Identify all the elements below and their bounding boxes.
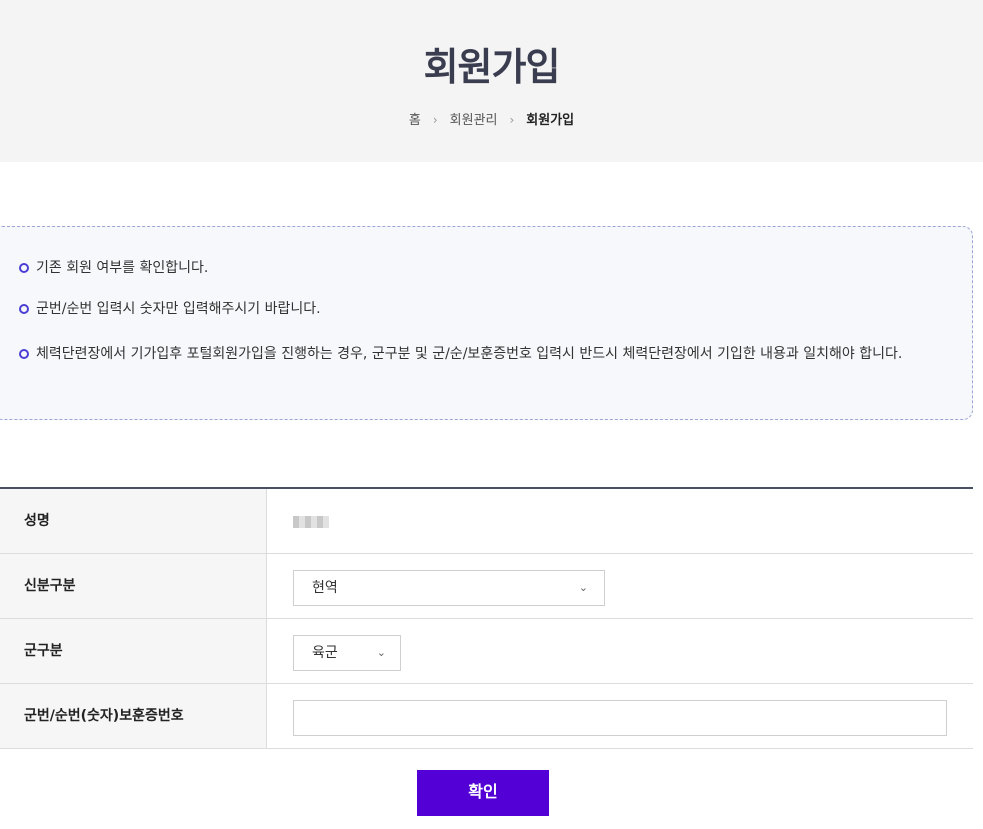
confirm-button[interactable]: 확인 bbox=[417, 770, 549, 816]
breadcrumb-separator-icon: › bbox=[432, 113, 438, 127]
status-label: 신분구분 bbox=[0, 554, 267, 618]
chevron-down-icon: ⌄ bbox=[578, 581, 588, 594]
name-label: 성명 bbox=[0, 489, 267, 553]
signup-form-table: 성명 신분구분 현역 ⌄ 군구분 육군 ⌄ 군번/순번(숫자)보훈증번호 bbox=[0, 487, 973, 749]
branch-label: 군구분 bbox=[0, 619, 267, 683]
bullet-icon bbox=[19, 349, 29, 359]
bullet-icon bbox=[19, 304, 29, 314]
branch-select-value: 육군 bbox=[312, 645, 338, 661]
notice-text: 군번/순번 입력시 숫자만 입력해주시기 바랍니다. bbox=[36, 301, 321, 317]
page-title: 회원가입 bbox=[423, 45, 561, 89]
status-value-cell: 현역 ⌄ bbox=[267, 554, 973, 618]
breadcrumb-home[interactable]: 홈 bbox=[409, 113, 421, 128]
breadcrumb-current: 회원가입 bbox=[526, 113, 575, 128]
chevron-down-icon: ⌄ bbox=[376, 646, 386, 659]
form-row-branch: 군구분 육군 ⌄ bbox=[0, 619, 973, 684]
notice-text: 체력단련장에서 기가입후 포털회원가입을 진행하는 경우, 군구분 및 군/순/… bbox=[36, 346, 903, 362]
breadcrumb-separator-icon: › bbox=[509, 113, 515, 127]
form-row-name: 성명 bbox=[0, 489, 973, 554]
branch-select[interactable]: 육군 ⌄ bbox=[293, 635, 401, 671]
status-select-value: 현역 bbox=[312, 580, 338, 596]
bullet-icon bbox=[19, 263, 29, 273]
breadcrumb-section[interactable]: 회원관리 bbox=[450, 113, 498, 128]
branch-value-cell: 육군 ⌄ bbox=[267, 619, 973, 683]
breadcrumb: 홈 › 회원관리 › 회원가입 bbox=[0, 109, 983, 128]
notice-item: 기존 회원 여부를 확인합니다. bbox=[19, 257, 939, 280]
notice-item: 체력단련장에서 기가입후 포털회원가입을 진행하는 경우, 군구분 및 군/순/… bbox=[19, 343, 939, 366]
name-value-cell bbox=[267, 489, 973, 553]
status-select[interactable]: 현역 ⌄ bbox=[293, 570, 605, 606]
form-row-id-number: 군번/순번(숫자)보훈증번호 bbox=[0, 684, 973, 749]
id-number-value-cell bbox=[267, 684, 973, 748]
notice-box: 기존 회원 여부를 확인합니다. 군번/순번 입력시 숫자만 입력해주시기 바랍… bbox=[0, 226, 973, 420]
notice-item: 군번/순번 입력시 숫자만 입력해주시기 바랍니다. bbox=[19, 298, 939, 321]
masked-name-value bbox=[293, 516, 329, 528]
page-header: 회원가입 홈 › 회원관리 › 회원가입 bbox=[0, 0, 983, 162]
notice-text: 기존 회원 여부를 확인합니다. bbox=[36, 260, 209, 276]
id-number-input[interactable] bbox=[293, 700, 947, 736]
id-number-label: 군번/순번(숫자)보훈증번호 bbox=[0, 684, 267, 748]
form-row-status: 신분구분 현역 ⌄ bbox=[0, 554, 973, 619]
